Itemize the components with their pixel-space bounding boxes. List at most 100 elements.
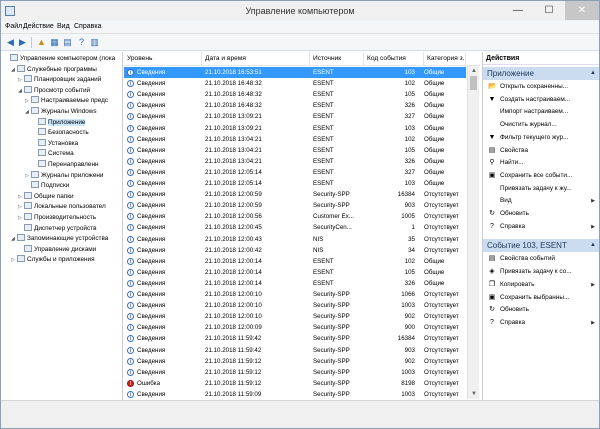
tree-item[interactable]: Подписки (25, 181, 69, 191)
table-row[interactable]: i Сведения 21.10.2018 16:53:51 ESENT 103 Общи… (124, 67, 466, 78)
table-row[interactable]: i Сведения 21.10.2018 11:59:12 Security-SPP… (124, 356, 466, 367)
column-source[interactable]: Источник (310, 52, 364, 66)
table-row[interactable]: i Сведения 21.10.2018 12:00:43 NIS 35 Отсутст… (124, 234, 466, 245)
table-row[interactable]: i Сведения 21.10.2018 13:04:21 ESENT 326 Общи… (124, 156, 466, 167)
tree-item[interactable]: ◢ Просмотр событий (18, 85, 90, 96)
action-item[interactable]: ▤ Свойства (483, 145, 599, 157)
table-row[interactable]: i Сведения 21.10.2018 16:48:32 ESENT 105 Общи… (124, 89, 466, 100)
tree-item[interactable]: Управление компьютером (лока (4, 54, 115, 64)
table-row[interactable]: i Сведения 21.10.2018 13:04:21 ESENT 102 Общи… (124, 134, 466, 145)
action-item[interactable]: ↻ Обновить (483, 304, 599, 316)
action-item[interactable]: ▤ Свойства событий (483, 253, 599, 265)
tree-item[interactable]: ▷ Настраиваемые предс (25, 96, 108, 106)
actions-section-header[interactable]: Приложение ▲ (483, 67, 599, 80)
table-row[interactable]: i Сведения 21.10.2018 12:00:45 SecurityCen.… (124, 222, 466, 233)
action-item[interactable]: Вид ▶ (483, 195, 599, 207)
vertical-scrollbar[interactable]: ▲ ▼ (467, 66, 479, 399)
table-row[interactable]: i Сведения 21.10.2018 11:59:09 Security-SPP… (124, 389, 466, 400)
action-item[interactable]: ? Справка ▶ (483, 317, 599, 329)
close-button[interactable]: ✕ (565, 1, 599, 20)
table-row[interactable]: i Сведения 21.10.2018 12:00:14 ESENT 326 Общи… (124, 278, 466, 289)
menu-help[interactable]: Справка (74, 23, 101, 30)
column-datetime[interactable]: Дата и время (202, 52, 310, 66)
tree-item[interactable]: ▷ Планировщик заданий (18, 75, 101, 85)
console-view-icon[interactable]: ▤ (62, 37, 73, 48)
table-row[interactable]: i Сведения 21.10.2018 12:00:59 Security-SPP… (124, 200, 466, 211)
table-row[interactable]: ! Ошибка 21.10.2018 11:59:12 Security-SPP 81… (124, 378, 466, 389)
tree-item[interactable]: Управление дисками (18, 244, 96, 255)
tree-item[interactable]: Установка (32, 138, 78, 149)
tree-item[interactable]: ◢ Запоминающие устройства (11, 234, 108, 244)
action-item[interactable]: ▣ Сохранить выбранны... (483, 292, 599, 304)
table-row[interactable]: i Сведения 21.10.2018 12:00:10 Security-SPP… (124, 311, 466, 322)
show-hide-tree-icon[interactable]: ▦ (49, 37, 60, 48)
collapse-arrow-icon[interactable]: ▲ (590, 67, 596, 80)
menu-file[interactable]: Файл (5, 23, 22, 30)
back-arrow-icon[interactable]: ◀ (5, 37, 16, 48)
table-row[interactable]: i Сведения 21.10.2018 12:00:56 Customer Ex.… (124, 211, 466, 222)
minimize-button[interactable]: — (503, 1, 533, 20)
action-item[interactable]: ⚲ Найти... (483, 157, 599, 169)
info-icon: i (127, 324, 134, 332)
scrollbar-thumb[interactable] (470, 76, 477, 90)
tree-item[interactable]: Диспетчер устройств (18, 223, 96, 234)
action-item[interactable]: ▣ Сохранить все событи... (483, 170, 599, 182)
scroll-down-icon[interactable]: ▼ (468, 389, 480, 399)
tree-item[interactable]: ▷ Производительность (18, 213, 96, 223)
submenu-arrow-icon: ▶ (591, 281, 595, 288)
column-category[interactable]: Категория з... (424, 52, 466, 66)
table-row[interactable]: i Сведения 21.10.2018 12:00:09 Security-SPP… (124, 322, 466, 333)
action-item[interactable]: ↻ Обновить (483, 208, 599, 220)
table-row[interactable]: i Сведения 21.10.2018 12:00:14 ESENT 105 Общи… (124, 267, 466, 278)
tree-item[interactable]: ▷ Общие папки (18, 191, 74, 202)
table-row[interactable]: i Сведения 21.10.2018 13:04:21 ESENT 105 Общи… (124, 145, 466, 156)
table-row[interactable]: i Сведения 21.10.2018 11:59:42 Security-SPP… (124, 345, 466, 356)
tree-item[interactable]: ◢ Журналы Windows (25, 107, 97, 117)
tree-item[interactable]: Приложение (32, 117, 86, 128)
up-folder-icon[interactable]: ▲ (36, 37, 47, 48)
actions-section-header[interactable]: Событие 103, ESENT ▲ (483, 239, 599, 253)
cell-level: Ошибка (137, 379, 161, 387)
table-row[interactable]: i Сведения 21.10.2018 12:05:14 ESENT 103 Общи… (124, 178, 466, 189)
action-item[interactable]: ❐ Копировать ▶ (483, 279, 599, 291)
table-row[interactable]: i Сведения 21.10.2018 12:05:14 ESENT 327 Общи… (124, 167, 466, 178)
maximize-button[interactable]: ☐ (534, 1, 564, 20)
cell-date: 21.10.2018 16:48:32 (205, 80, 262, 88)
forward-arrow-icon[interactable]: ▶ (17, 37, 28, 48)
action-item[interactable]: Очистить журнал... (483, 119, 599, 131)
table-row[interactable]: i Сведения 21.10.2018 12:00:10 Security-SPP… (124, 300, 466, 311)
scroll-up-icon[interactable]: ▲ (468, 66, 480, 76)
table-row[interactable]: i Сведения 21.10.2018 12:00:14 ESENT 102 Общи… (124, 256, 466, 267)
menu-action[interactable]: Действие (23, 23, 54, 30)
action-item[interactable]: Привязать задачу к жу... (483, 183, 599, 195)
column-level[interactable]: Уровень (124, 52, 202, 66)
tree-item[interactable]: Безопасность (32, 128, 89, 138)
tree-item[interactable]: ▷ Локальные пользовател (18, 202, 106, 212)
table-row[interactable]: i Сведения 21.10.2018 13:09:21 ESENT 103 Общи… (124, 123, 466, 134)
action-pane-icon[interactable]: ▥ (89, 37, 100, 48)
tree-item[interactable]: ▷ Журналы приложени (25, 170, 103, 181)
tree-node-icon (31, 107, 39, 114)
action-item[interactable]: ? Справка ▶ (483, 221, 599, 233)
collapse-arrow-icon[interactable]: ▲ (590, 239, 596, 252)
table-row[interactable]: i Сведения 21.10.2018 11:59:42 Security-SPP… (124, 333, 466, 344)
action-item[interactable]: Импорт настраиваем... (483, 106, 599, 118)
action-item[interactable]: ▼ Создать настраиваем... (483, 94, 599, 106)
table-row[interactable]: i Сведения 21.10.2018 11:59:12 Security-SPP… (124, 367, 466, 378)
action-item[interactable]: ◈ Привязать задачу к со... (483, 266, 599, 278)
column-event-code[interactable]: Код события (364, 52, 424, 66)
table-row[interactable]: i Сведения 21.10.2018 16:48:32 ESENT 326 Общи… (124, 100, 466, 111)
tree-item[interactable]: Система (32, 149, 74, 159)
table-row[interactable]: i Сведения 21.10.2018 12:00:42 NIS 34 Отсутст… (124, 245, 466, 256)
table-row[interactable]: i Сведения 21.10.2018 12:00:59 Security-SPP… (124, 189, 466, 200)
menu-view[interactable]: Вид (57, 23, 70, 30)
table-row[interactable]: i Сведения 21.10.2018 13:09:21 ESENT 327 Общи… (124, 111, 466, 122)
help-toolbar-icon[interactable]: ? (76, 37, 87, 48)
action-item[interactable]: ▼ Фильтр текущего жур... (483, 132, 599, 144)
tree-item[interactable]: ◢ Служебные программы (11, 64, 97, 75)
action-item[interactable]: 📂 Открыть сохраненны... (483, 81, 599, 93)
tree-item[interactable]: ▷ Службы и приложения (11, 255, 95, 265)
table-row[interactable]: i Сведения 21.10.2018 16:48:32 ESENT 102 Общи… (124, 78, 466, 89)
tree-item[interactable]: Перенаправленн (32, 160, 99, 170)
table-row[interactable]: i Сведения 21.10.2018 12:00:10 Security-SPP… (124, 289, 466, 300)
